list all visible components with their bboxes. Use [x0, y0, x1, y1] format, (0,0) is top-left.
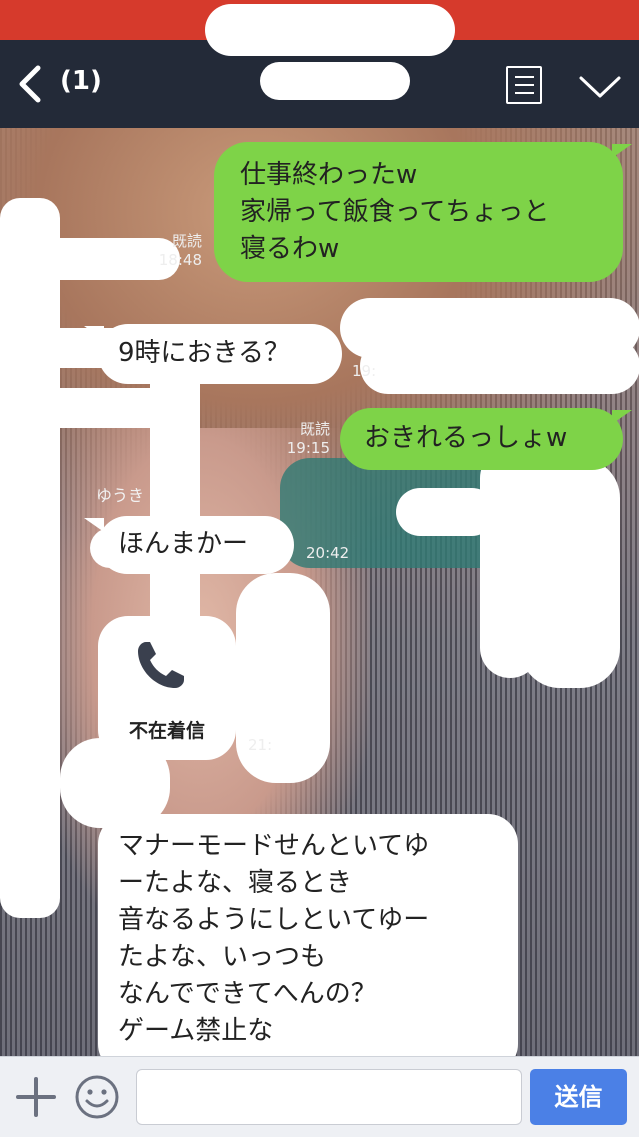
redaction-mark: [520, 458, 620, 688]
redaction-mark: [205, 4, 455, 56]
chat-area[interactable]: 仕事終わったw 家帰って飯食ってちょっと 寝るわw 既読 18:48 9時におき…: [0, 128, 639, 1056]
bubble-tail: [84, 326, 104, 340]
smiley-icon[interactable]: [74, 1074, 120, 1120]
read-receipt: 既読: [171, 232, 202, 250]
message-time: 19:15: [286, 439, 330, 457]
missed-call-card[interactable]: 不在着信: [98, 616, 236, 760]
redaction-mark: [260, 62, 410, 100]
message-bubble-outgoing[interactable]: 仕事終わったw 家帰って飯食ってちょっと 寝るわw: [214, 142, 623, 282]
redaction-mark: [360, 338, 639, 394]
bubble-tail: [612, 144, 632, 158]
message-meta: 既読 18:48: [140, 232, 202, 270]
unread-count[interactable]: (1): [60, 66, 102, 96]
message-time: 20:42: [306, 544, 350, 562]
missed-call-label: 不在着信: [128, 720, 205, 742]
message-time: 19:: [352, 362, 377, 380]
message-time: 21:: [248, 736, 273, 754]
message-meta: 既読 19:15: [272, 420, 330, 458]
bubble-tail: [612, 410, 632, 424]
bubble-tail: [84, 518, 104, 532]
chevron-down-icon[interactable]: [578, 74, 622, 100]
redaction-mark: [0, 198, 60, 918]
message-bubble-outgoing[interactable]: おきれるっしょw: [340, 408, 623, 470]
message-bubble-incoming[interactable]: 9時におきる？: [98, 324, 342, 384]
send-button[interactable]: 送信: [530, 1069, 627, 1125]
input-bar: 送信: [0, 1056, 639, 1137]
message-input[interactable]: [136, 1069, 522, 1125]
message-bubble-incoming[interactable]: マナーモードせんといてゆ ーたよな、寝るとき 音なるようにしといてゆー たよな、…: [98, 814, 518, 1056]
read-receipt: 既読: [299, 420, 330, 438]
sender-name: ゆうき: [96, 486, 145, 505]
phone-icon: [138, 642, 184, 688]
message-bubble-incoming[interactable]: ほんまかー: [98, 516, 294, 574]
menu-icon[interactable]: [506, 66, 542, 104]
message-time: 18:48: [158, 251, 202, 269]
plus-icon[interactable]: [14, 1075, 58, 1119]
back-icon[interactable]: [14, 64, 50, 104]
